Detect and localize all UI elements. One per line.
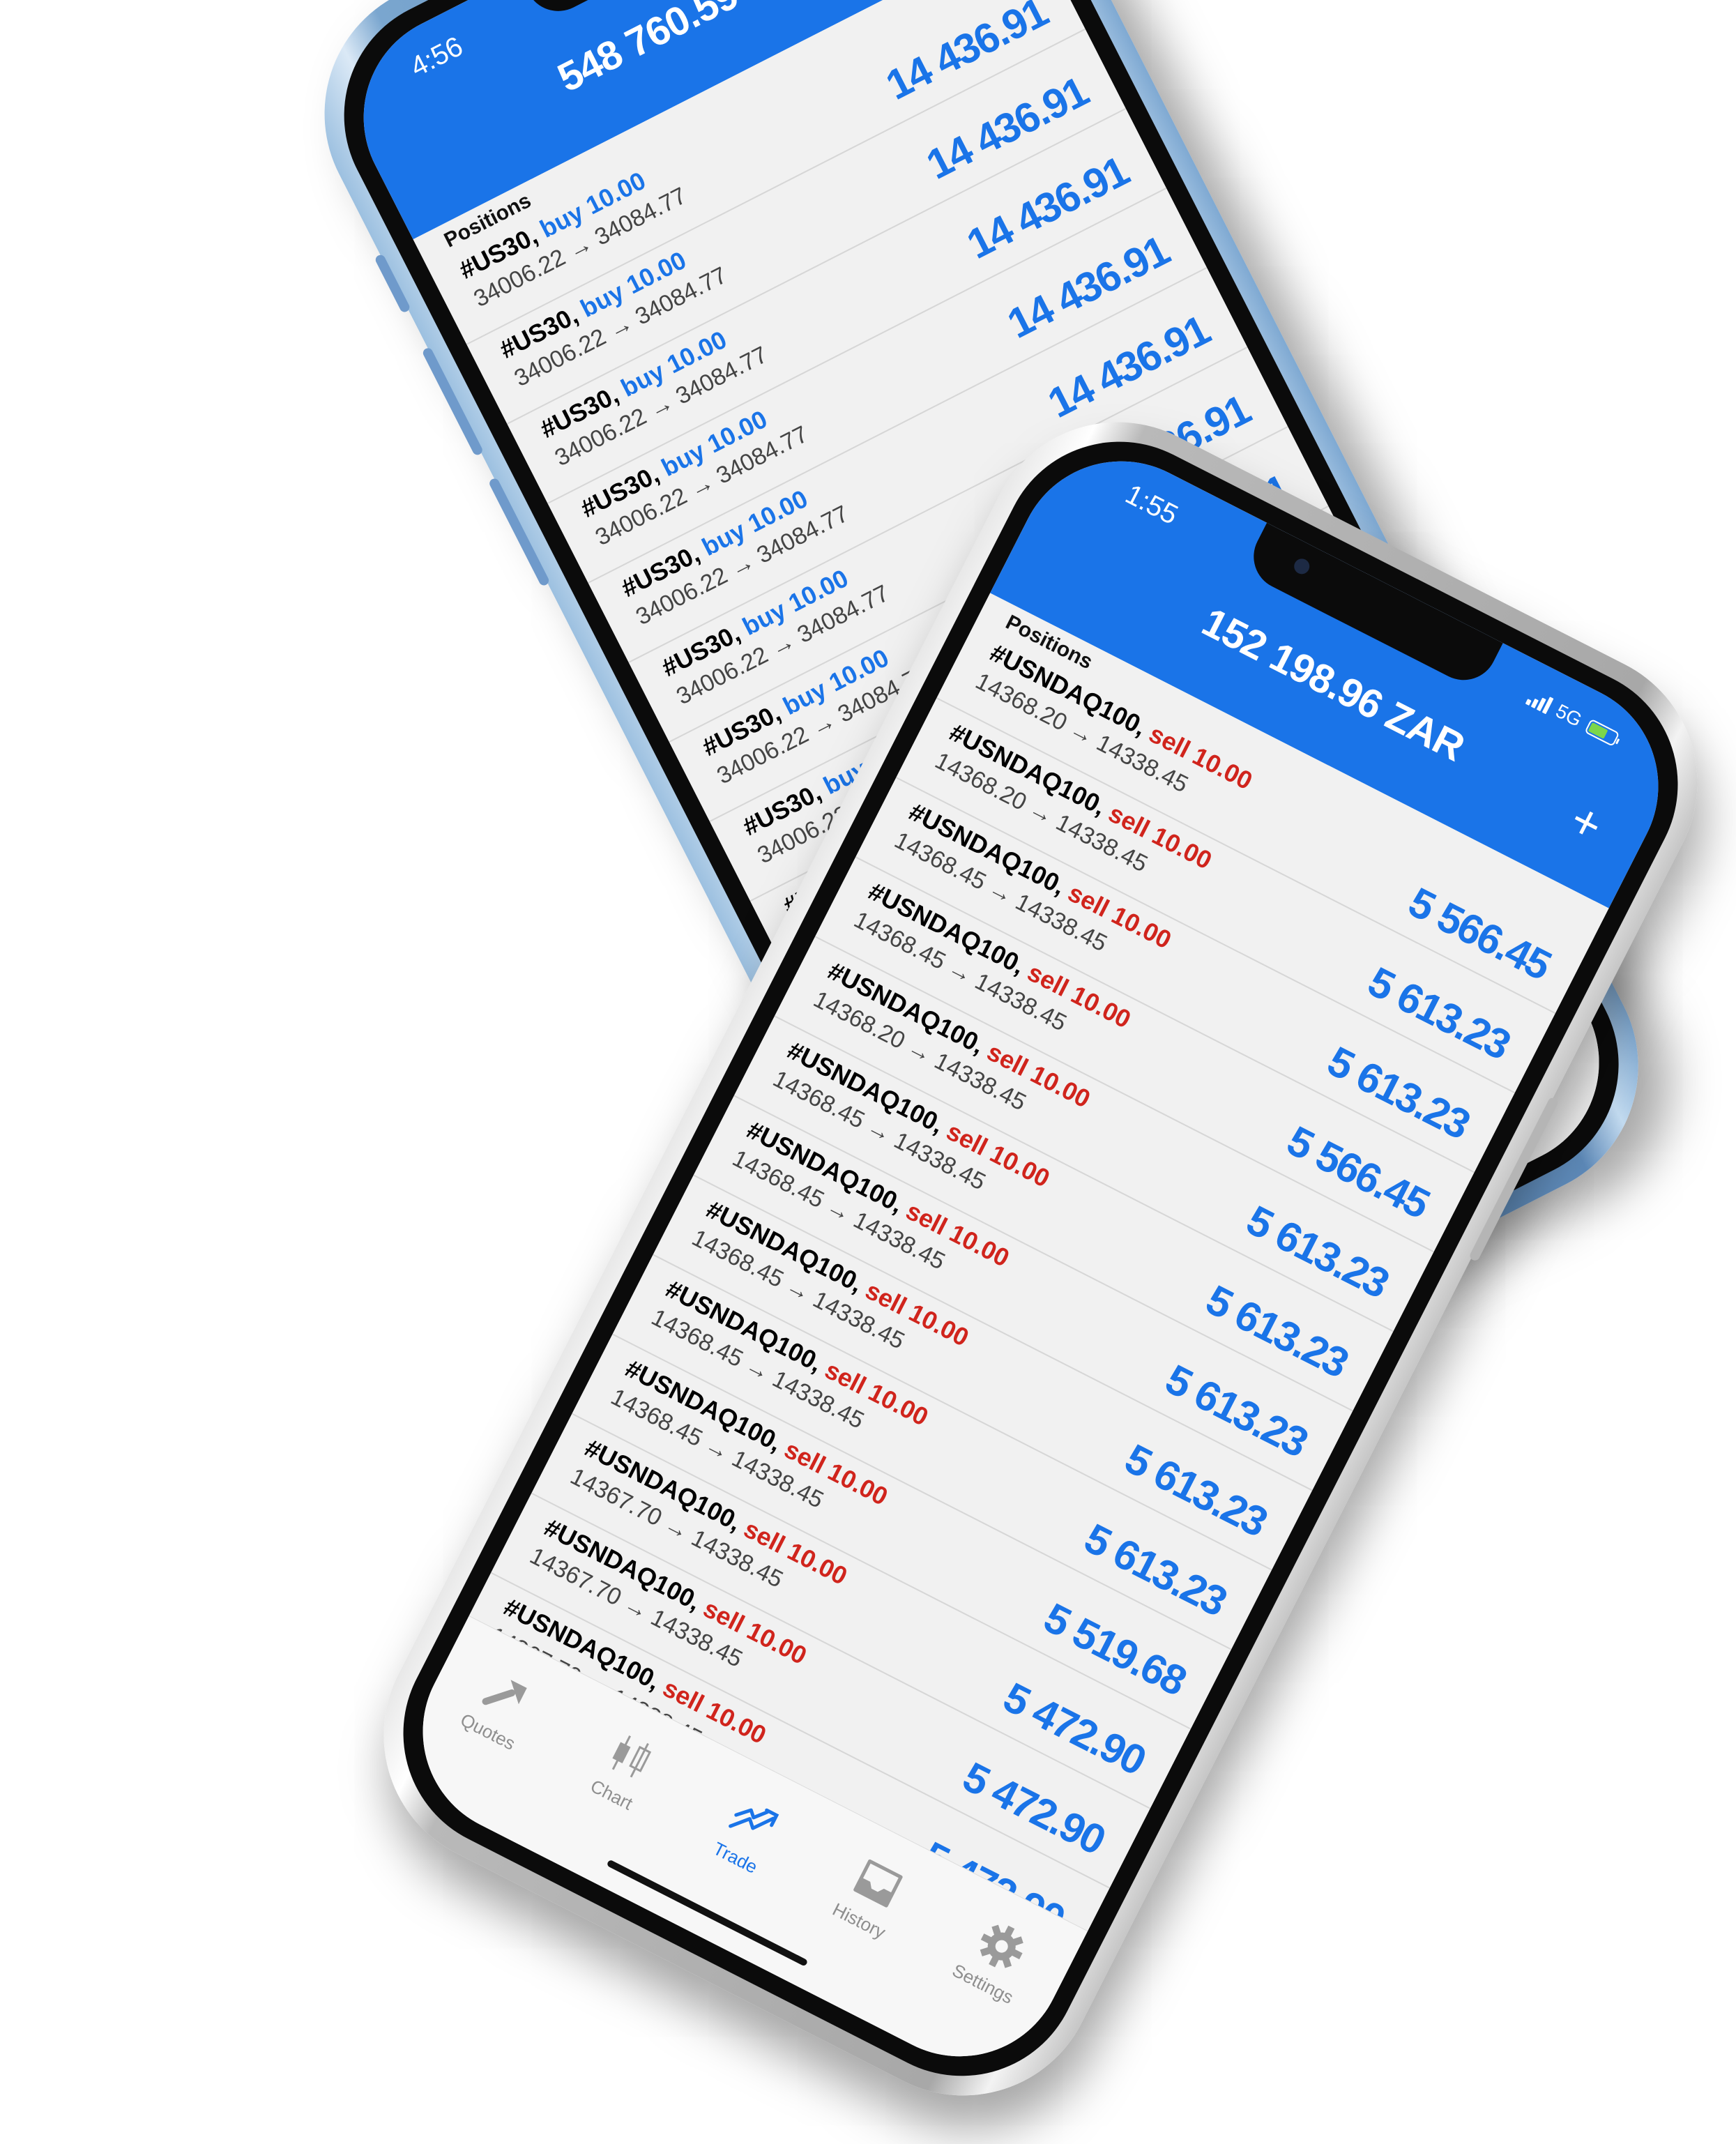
tab-trade[interactable]: Trade xyxy=(680,1773,815,1893)
phone-bezel: 1:55 5G 152 198.96 ZAR + Positions #USND… xyxy=(362,400,1719,2117)
tab-settings[interactable]: Settings xyxy=(928,1899,1063,2019)
status-time: 1:55 xyxy=(1120,478,1183,531)
camera-icon xyxy=(1291,556,1313,577)
tab-chart[interactable]: Chart xyxy=(557,1710,692,1830)
battery-icon xyxy=(1584,718,1620,747)
phone-right: 1:55 5G 152 198.96 ZAR + Positions #USND… xyxy=(337,377,1736,2141)
network-label: 5G xyxy=(1552,699,1585,731)
tab-history[interactable]: History xyxy=(805,1837,939,1956)
signal-icon xyxy=(1525,687,1554,715)
phone-screen: 1:55 5G 152 198.96 ZAR + Positions #USND… xyxy=(386,425,1695,2092)
tab-quotes[interactable]: Quotes xyxy=(433,1648,568,1767)
status-indicators: 5G xyxy=(1524,685,1622,750)
status-time: 4:56 xyxy=(405,31,468,83)
